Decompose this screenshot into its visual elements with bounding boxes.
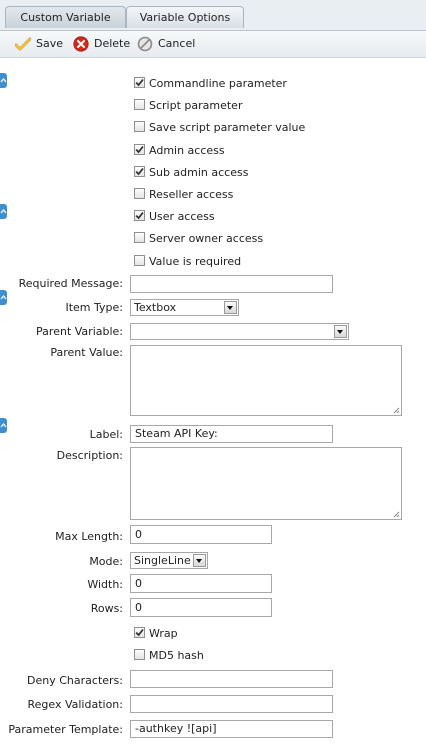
option-checkbox[interactable]: [134, 188, 145, 199]
cancel-button[interactable]: Cancel: [137, 35, 195, 53]
chevron-down-icon[interactable]: [334, 325, 347, 338]
item-type-select[interactable]: Textbox: [130, 299, 239, 316]
tab-variable-options[interactable]: Variable Options: [126, 6, 244, 28]
chevron-up-icon: [0, 208, 7, 214]
chevron-up-icon: [0, 77, 7, 83]
option-checkbox[interactable]: [134, 210, 145, 221]
parent-value-label: Parent Value:: [50, 346, 123, 359]
width-label: Width:: [87, 578, 123, 591]
tab-bar: Custom Variable Variable Options: [0, 0, 426, 31]
save-button[interactable]: Save: [14, 35, 64, 53]
tab-custom-variable[interactable]: Custom Variable: [5, 6, 126, 28]
max-length-input[interactable]: 0: [130, 525, 272, 544]
parameter-template-label: Parameter Template:: [8, 723, 123, 736]
description-label: Description:: [56, 449, 123, 462]
checkmark-icon: [135, 78, 144, 87]
option-label: User access: [149, 210, 215, 223]
option-checkbox[interactable]: [134, 144, 145, 155]
option-label: Save script parameter value: [149, 121, 306, 134]
regex-validation-label: Regex Validation:: [27, 698, 123, 711]
checkmark-icon: [135, 145, 144, 154]
save-icon: [14, 36, 32, 52]
label-field-label: Label:: [89, 428, 123, 441]
rows-input[interactable]: 0: [130, 598, 272, 617]
checkmark-icon: [135, 628, 144, 637]
md5-checkbox[interactable]: [134, 649, 145, 660]
delete-button[interactable]: Delete: [73, 35, 130, 53]
required-message-input[interactable]: [130, 275, 333, 293]
option-label: Admin access: [149, 144, 225, 157]
cancel-icon: [137, 36, 153, 52]
deny-characters-input[interactable]: [130, 670, 333, 688]
chevron-up-icon: [0, 422, 7, 428]
delete-icon: [73, 36, 89, 52]
checkmark-icon: [135, 211, 144, 220]
option-label: Commandline parameter: [149, 77, 287, 90]
collapse-marker[interactable]: [0, 204, 7, 219]
parent-value-textarea[interactable]: [130, 345, 402, 416]
chevron-down-icon[interactable]: [193, 554, 206, 567]
option-checkbox[interactable]: [134, 77, 145, 88]
max-length-label: Max Length:: [55, 530, 123, 543]
parameter-template-input[interactable]: -authkey ![api]: [130, 720, 333, 738]
option-label: Server owner access: [149, 232, 264, 245]
option-label: Script parameter: [149, 99, 243, 112]
mode-select[interactable]: SingleLine: [130, 552, 208, 569]
md5-label: MD5 hash: [149, 649, 204, 662]
option-checkbox[interactable]: [134, 232, 145, 243]
regex-validation-input[interactable]: [130, 695, 333, 713]
label-input[interactable]: Steam API Key:: [130, 425, 333, 443]
option-label: Reseller access: [149, 188, 234, 201]
wrap-checkbox[interactable]: [134, 627, 145, 638]
toolbar: Save Delete Cancel: [0, 31, 426, 58]
save-label: Save: [36, 37, 64, 50]
width-input[interactable]: 0: [130, 574, 272, 593]
parent-variable-label: Parent Variable:: [36, 325, 123, 338]
delete-label: Delete: [94, 37, 131, 50]
resize-grip-icon[interactable]: [393, 511, 400, 518]
mode-value: SingleLine: [134, 554, 191, 567]
required-message-label: Required Message:: [18, 277, 123, 290]
option-label: Sub admin access: [149, 166, 249, 179]
collapse-marker[interactable]: [0, 73, 7, 88]
chevron-up-icon: [0, 294, 7, 300]
option-checkbox[interactable]: [134, 121, 145, 132]
collapse-marker[interactable]: [0, 290, 7, 305]
description-textarea[interactable]: [130, 447, 402, 520]
item-type-label: Item Type:: [65, 301, 123, 314]
mode-label: Mode:: [89, 555, 123, 568]
cancel-label: Cancel: [158, 37, 196, 50]
item-type-value: Textbox: [134, 301, 177, 314]
option-checkbox[interactable]: [134, 99, 145, 110]
collapse-marker[interactable]: [0, 418, 7, 433]
resize-grip-icon[interactable]: [393, 407, 400, 414]
option-checkbox[interactable]: [134, 255, 145, 266]
option-checkbox[interactable]: [134, 166, 145, 177]
option-label: Value is required: [149, 255, 242, 268]
deny-characters-label: Deny Characters:: [27, 674, 123, 687]
chevron-down-icon[interactable]: [224, 301, 237, 314]
wrap-label: Wrap: [149, 627, 178, 640]
rows-label: Rows:: [90, 602, 123, 615]
parent-variable-select[interactable]: [130, 323, 349, 340]
checkmark-icon: [135, 167, 144, 176]
